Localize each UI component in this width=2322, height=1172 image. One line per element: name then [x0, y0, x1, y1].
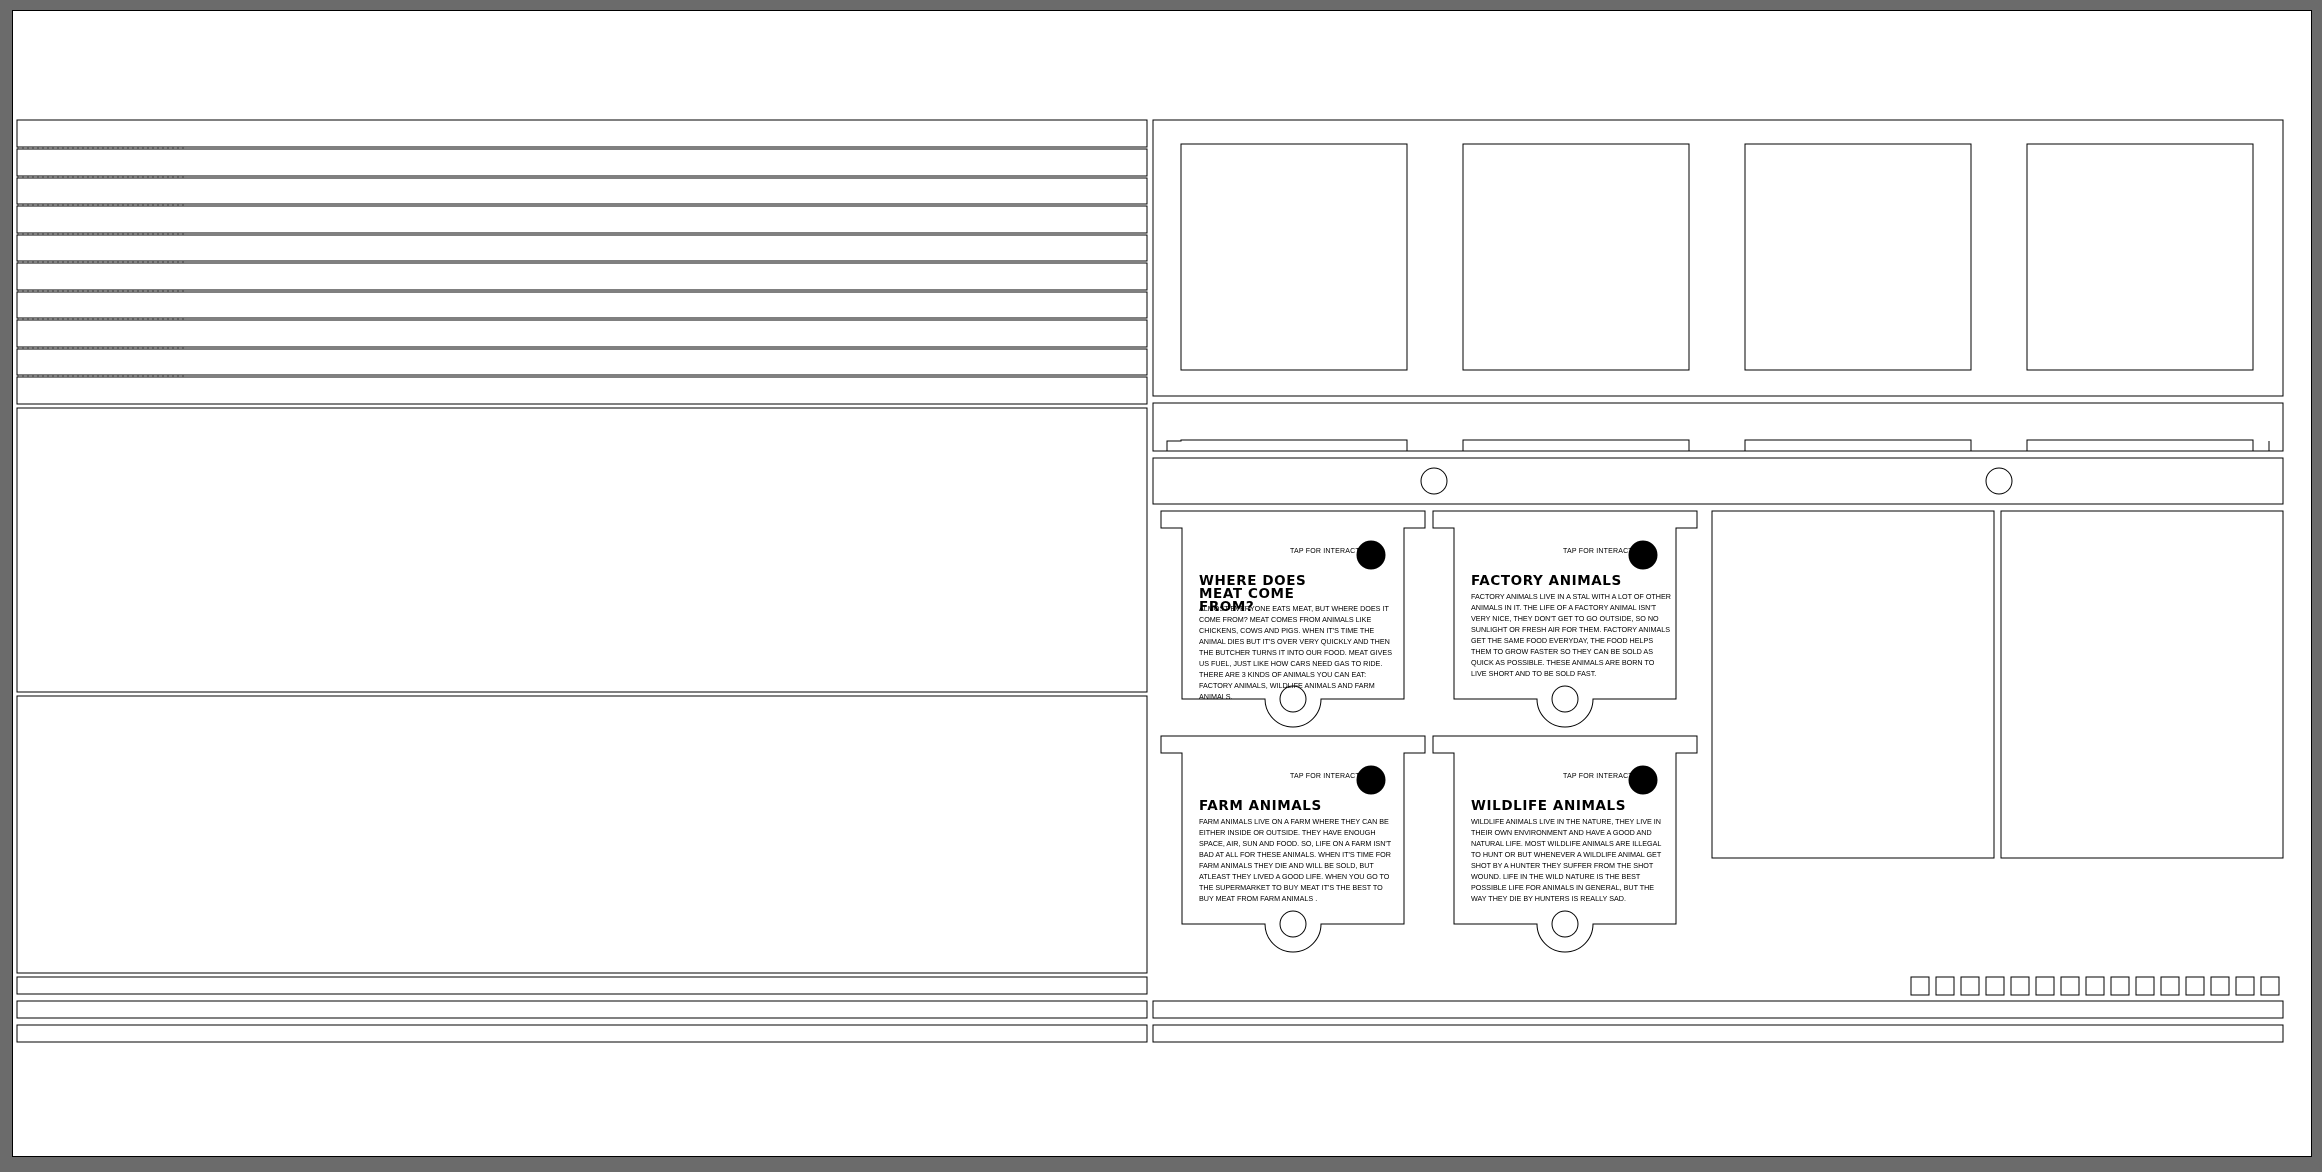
strip: [16, 376, 1148, 405]
small-square: [1985, 976, 2005, 996]
tap-button-icon[interactable]: [1356, 540, 1386, 570]
card-hinge-hole: [1279, 910, 1307, 938]
tap-button-icon[interactable]: [1628, 540, 1658, 570]
cut-template-sheet: TAP FOR INTERACTION WHERE DOES MEAT COME…: [12, 10, 2312, 1157]
photo-slot: [1180, 143, 1408, 371]
tab-strip-notches: [1166, 439, 2270, 452]
small-square: [2235, 976, 2255, 996]
card-body: ALMOST EVERYONE EATS MEAT, BUT WHERE DOE…: [1199, 604, 1393, 701]
small-square: [2185, 976, 2205, 996]
card-title: WILDLIFE ANIMALS: [1471, 798, 1627, 814]
photo-slot: [2026, 143, 2254, 371]
tap-label: TAP FOR INTERACTION: [1563, 773, 1646, 780]
card-hinge-hole: [1551, 685, 1579, 713]
strip: [16, 291, 1148, 319]
strip: [16, 119, 1148, 148]
tap-label: TAP FOR INTERACTION: [1290, 773, 1373, 780]
photo-frame-panel: [1152, 119, 2284, 397]
photo-slot: [1744, 143, 1972, 371]
tap-label: TAP FOR INTERACTION: [1290, 548, 1373, 555]
tap-label: TAP FOR INTERACTION: [1563, 548, 1646, 555]
small-square: [2035, 976, 2055, 996]
left-footer-strip: [16, 1000, 1148, 1019]
side-panel: [2000, 510, 2284, 859]
card-body: FARM ANIMALS LIVE ON A FARM WHERE THEY C…: [1199, 817, 1392, 903]
left-large-panel-top: [16, 407, 1148, 693]
card-hinge-hole: [1551, 910, 1579, 938]
right-footer-strip: [1152, 1024, 2284, 1043]
small-square: [2160, 976, 2180, 996]
small-square: [1910, 976, 1930, 996]
template-outline-drawing: [16, 119, 2284, 1043]
card-title: FACTORY ANIMALS: [1471, 573, 1622, 589]
hinge-hole: [1420, 467, 1448, 495]
left-large-panel-bottom: [16, 695, 1148, 974]
photo-slot: [1462, 143, 1690, 371]
side-panel: [1711, 510, 1995, 859]
small-square: [1960, 976, 1980, 996]
strip: [16, 319, 1148, 348]
strip: [16, 262, 1148, 291]
small-square: [2135, 976, 2155, 996]
strip: [16, 205, 1148, 234]
small-square: [2260, 976, 2280, 996]
small-square: [2060, 976, 2080, 996]
small-squares-row: [1910, 976, 2280, 996]
small-square: [2210, 976, 2230, 996]
small-square: [1935, 976, 1955, 996]
left-strip-stack: [16, 119, 1148, 405]
tap-button-icon[interactable]: [1628, 765, 1658, 795]
card-body: FACTORY ANIMALS LIVE IN A STAL WITH A LO…: [1471, 592, 1671, 678]
left-footer-strip: [16, 976, 1148, 995]
strip: [16, 148, 1148, 177]
hinge-strip-panel: [1152, 457, 2284, 505]
strip: [16, 348, 1148, 376]
small-square: [2085, 976, 2105, 996]
right-footer-strip: [1152, 1000, 2284, 1019]
strip: [16, 177, 1148, 205]
left-footer-strip: [16, 1024, 1148, 1043]
card-title: FARM ANIMALS: [1199, 798, 1322, 814]
small-square: [2010, 976, 2030, 996]
tap-button-icon[interactable]: [1356, 765, 1386, 795]
small-square: [2110, 976, 2130, 996]
hinge-hole: [1985, 467, 2013, 495]
tab-strip-panel: [1152, 402, 2284, 452]
strip: [16, 234, 1148, 262]
card-body: WILDLIFE ANIMALS LIVE IN THE NATURE, THE…: [1471, 817, 1662, 903]
